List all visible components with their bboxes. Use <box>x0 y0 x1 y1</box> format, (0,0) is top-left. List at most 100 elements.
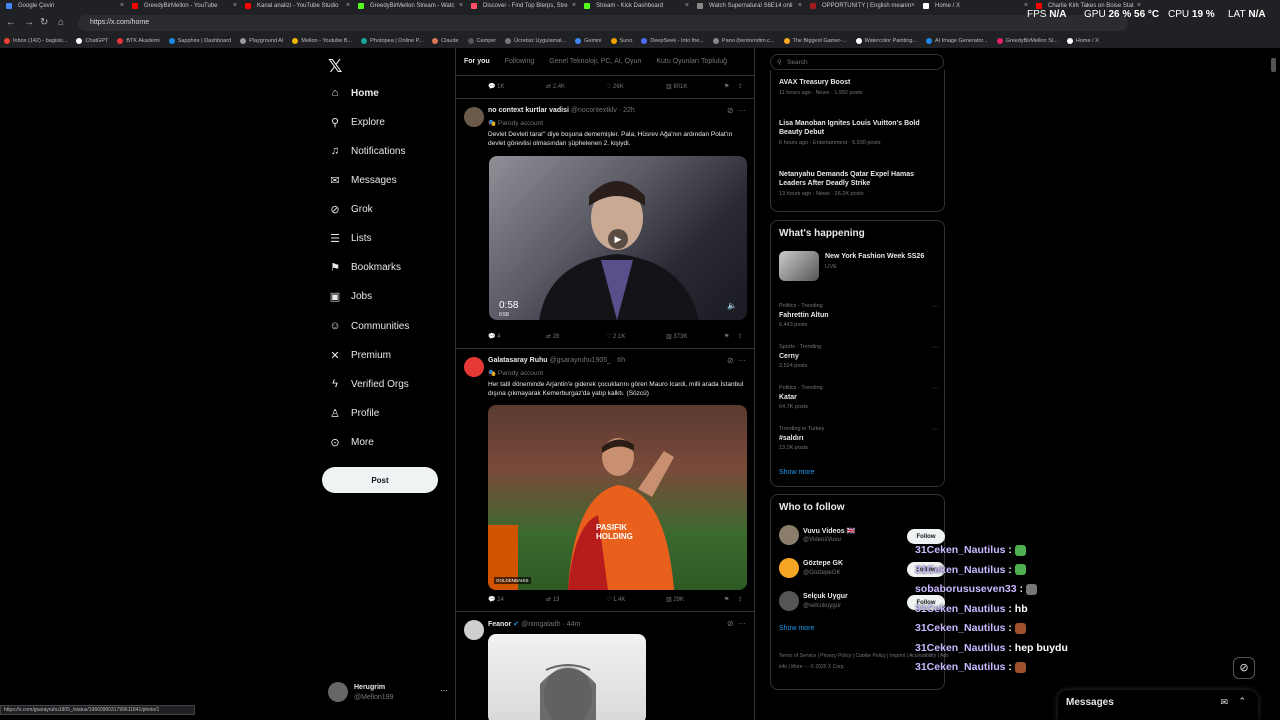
share-icon[interactable]: ⇪ <box>738 596 743 603</box>
browser-tab[interactable]: Watch Supernatural S6E14 onli × <box>691 0 804 12</box>
bookmark-item[interactable]: Inbox (142) - bagisis... <box>4 35 67 47</box>
avatar[interactable] <box>779 525 799 545</box>
news-item[interactable]: Netanyahu Demands Qatar Expel Hamas Lead… <box>779 170 939 197</box>
nav-item-messages[interactable]: ✉ Messages <box>328 168 448 192</box>
nav-item-communities[interactable]: ☺ Communities <box>328 314 448 338</box>
close-tab-icon[interactable]: × <box>120 2 124 9</box>
bookmark-item[interactable]: The Biggest Gamer-... <box>783 35 847 47</box>
like-button[interactable]: ♡ 26K <box>606 83 624 90</box>
close-tab-icon[interactable]: × <box>1137 2 1141 9</box>
nav-item-bookmarks[interactable]: ⚑ Bookmarks <box>328 255 448 279</box>
mute-icon[interactable]: 🔈 <box>727 301 737 310</box>
repost-button[interactable]: ⇄ 13 <box>546 596 559 603</box>
share-icon[interactable]: ⇪ <box>738 333 743 340</box>
reply-button[interactable]: 💬 4 <box>488 333 500 340</box>
browser-tab[interactable]: GreedyBirMellon Stream - Watc × <box>352 0 465 12</box>
bookmark-item[interactable]: Claude <box>432 35 459 47</box>
browser-tab[interactable]: Home / X × <box>917 0 1030 12</box>
bookmark-item[interactable]: ChatGPT <box>76 35 108 47</box>
bookmark-item[interactable]: Pano (bentrendim.c... <box>712 35 775 47</box>
nav-item-notifications[interactable]: ♫ Notifications <box>328 139 448 163</box>
reload-icon[interactable]: ↻ <box>40 17 48 28</box>
show-more-link[interactable]: Show more <box>779 469 814 476</box>
url-field[interactable]: https://x.com/home <box>78 15 1128 31</box>
show-more-link[interactable]: Show more <box>779 625 814 632</box>
nav-item-explore[interactable]: ⚲ Explore <box>328 110 448 134</box>
bookmark-icon[interactable]: ⚑ <box>724 83 729 90</box>
bookmark-item[interactable]: Photopea | Online P... <box>361 35 423 47</box>
bookmark-icon[interactable]: ⚑ <box>724 596 729 603</box>
close-tab-icon[interactable]: × <box>572 2 576 9</box>
avatar[interactable] <box>779 558 799 578</box>
feed-tab[interactable]: Following <box>505 48 535 75</box>
views-button[interactable]: ▥ 801K <box>666 83 687 90</box>
avatar[interactable] <box>464 107 484 127</box>
bookmark-item[interactable]: Ücretsiz Uygulamal... <box>505 35 566 47</box>
feed-tab[interactable]: Genel Teknoloji, PC, AI, Oyun <box>549 48 641 75</box>
more-dots-icon[interactable]: ··· <box>932 303 939 310</box>
bookmark-item[interactable]: Gemini <box>575 35 602 47</box>
close-tab-icon[interactable]: × <box>346 2 350 9</box>
nav-item-verified-orgs[interactable]: ϟ Verified Orgs <box>328 372 448 396</box>
trend-item[interactable]: Politics · Trending Katar 64.7K posts ··· <box>779 385 939 410</box>
share-icon[interactable]: ⇪ <box>738 83 743 90</box>
event-title[interactable]: New York Fashion Week SS26 <box>825 253 924 260</box>
browser-tab[interactable]: GreedyBirMellon - YouTube × <box>126 0 239 12</box>
close-tab-icon[interactable]: × <box>798 2 802 9</box>
repost-button[interactable]: ⇄ 2.4K <box>546 83 565 90</box>
news-item[interactable]: Lisa Manoban Ignites Louis Vuitton's Bol… <box>779 119 939 146</box>
nav-item-jobs[interactable]: ▣ Jobs <box>328 284 448 308</box>
bookmark-item[interactable]: Mellon - Youtube B... <box>292 35 352 47</box>
expand-icon[interactable]: ⌃ <box>1238 696 1246 707</box>
views-button[interactable]: ▥ 373K <box>666 333 687 340</box>
tweet-photo[interactable] <box>488 634 646 720</box>
event-image[interactable] <box>779 251 819 281</box>
bookmark-item[interactable]: Suno <box>610 35 632 47</box>
forward-icon[interactable]: → <box>24 17 34 28</box>
bookmark-item[interactable]: GreedyBirMellon St... <box>996 35 1058 47</box>
close-tab-icon[interactable]: × <box>1024 2 1028 9</box>
messages-drawer[interactable]: Messages ✉ ⌃ <box>1058 690 1258 720</box>
scrollbar[interactable] <box>1271 58 1276 72</box>
tweet[interactable]: no context kurtlar vadisi @nocontextklv … <box>456 98 754 348</box>
nav-item-lists[interactable]: ☰ Lists <box>328 226 448 250</box>
nav-item-home[interactable]: ⌂ Home <box>328 81 448 105</box>
bookmark-item[interactable]: Home / X <box>1066 35 1099 47</box>
account-switcher[interactable]: Herugrim @Mellon199 ··· <box>328 682 448 706</box>
compose-message-icon[interactable]: ✉ <box>1220 697 1228 708</box>
views-button[interactable]: ▥ 29K <box>666 596 684 603</box>
browser-tab[interactable]: Discover - Find Top Blerps, Stre × <box>465 0 578 12</box>
tweet-video[interactable]: ▶ 0:58 0:58 🔈 <box>489 156 747 320</box>
avatar[interactable] <box>779 591 799 611</box>
reply-button[interactable]: 💬 1K <box>488 83 504 90</box>
nav-item-grok[interactable]: ⊘ Grok <box>328 197 448 221</box>
grok-icon[interactable]: ⊘ <box>1233 657 1255 679</box>
feed-tab[interactable]: Kutu Oyunları Topluluğ <box>656 48 727 75</box>
bookmark-item[interactable]: Watercolor Painting... <box>855 35 917 47</box>
nav-item-more[interactable]: ⊙ More <box>328 430 448 454</box>
avatar[interactable] <box>464 620 484 640</box>
bookmark-item[interactable]: BTK Akademi <box>117 35 160 47</box>
bookmark-item[interactable]: Camper <box>467 35 496 47</box>
avatar[interactable] <box>464 357 484 377</box>
more-dots-icon[interactable]: ··· <box>932 426 939 433</box>
reply-button[interactable]: 💬 24 <box>488 596 504 603</box>
home-page-icon[interactable]: ⌂ <box>58 17 64 28</box>
play-icon[interactable]: ▶ <box>608 229 628 249</box>
close-tab-icon[interactable]: × <box>459 2 463 9</box>
browser-tab[interactable]: OPPORTUNITY | English meanin × <box>804 0 917 12</box>
grok-and-more-icon[interactable]: ⊘ ··· <box>727 106 746 115</box>
close-tab-icon[interactable]: × <box>233 2 237 9</box>
trend-item[interactable]: Trending in Turkey #saldırı 13.2K posts ··· <box>779 426 939 451</box>
x-logo-icon[interactable]: 𝕏 <box>328 56 343 77</box>
repost-button[interactable]: ⇄ 28 <box>546 333 559 340</box>
bookmark-item[interactable]: Playground AI <box>240 35 283 47</box>
browser-tab[interactable]: Google Çeviri × <box>0 0 126 12</box>
bookmark-icon[interactable]: ⚑ <box>724 333 729 340</box>
feed-tab[interactable]: For you <box>464 48 490 75</box>
news-item[interactable]: AVAX Treasury Boost 11 hours ago · News ·… <box>779 78 939 96</box>
post-button[interactable]: Post <box>322 467 438 493</box>
tweet-photo[interactable]: PASIFIK HOLDING GOLDENBAHIS <box>488 405 747 590</box>
back-icon[interactable]: ← <box>6 17 16 28</box>
more-dots-icon[interactable]: ··· <box>932 385 939 392</box>
